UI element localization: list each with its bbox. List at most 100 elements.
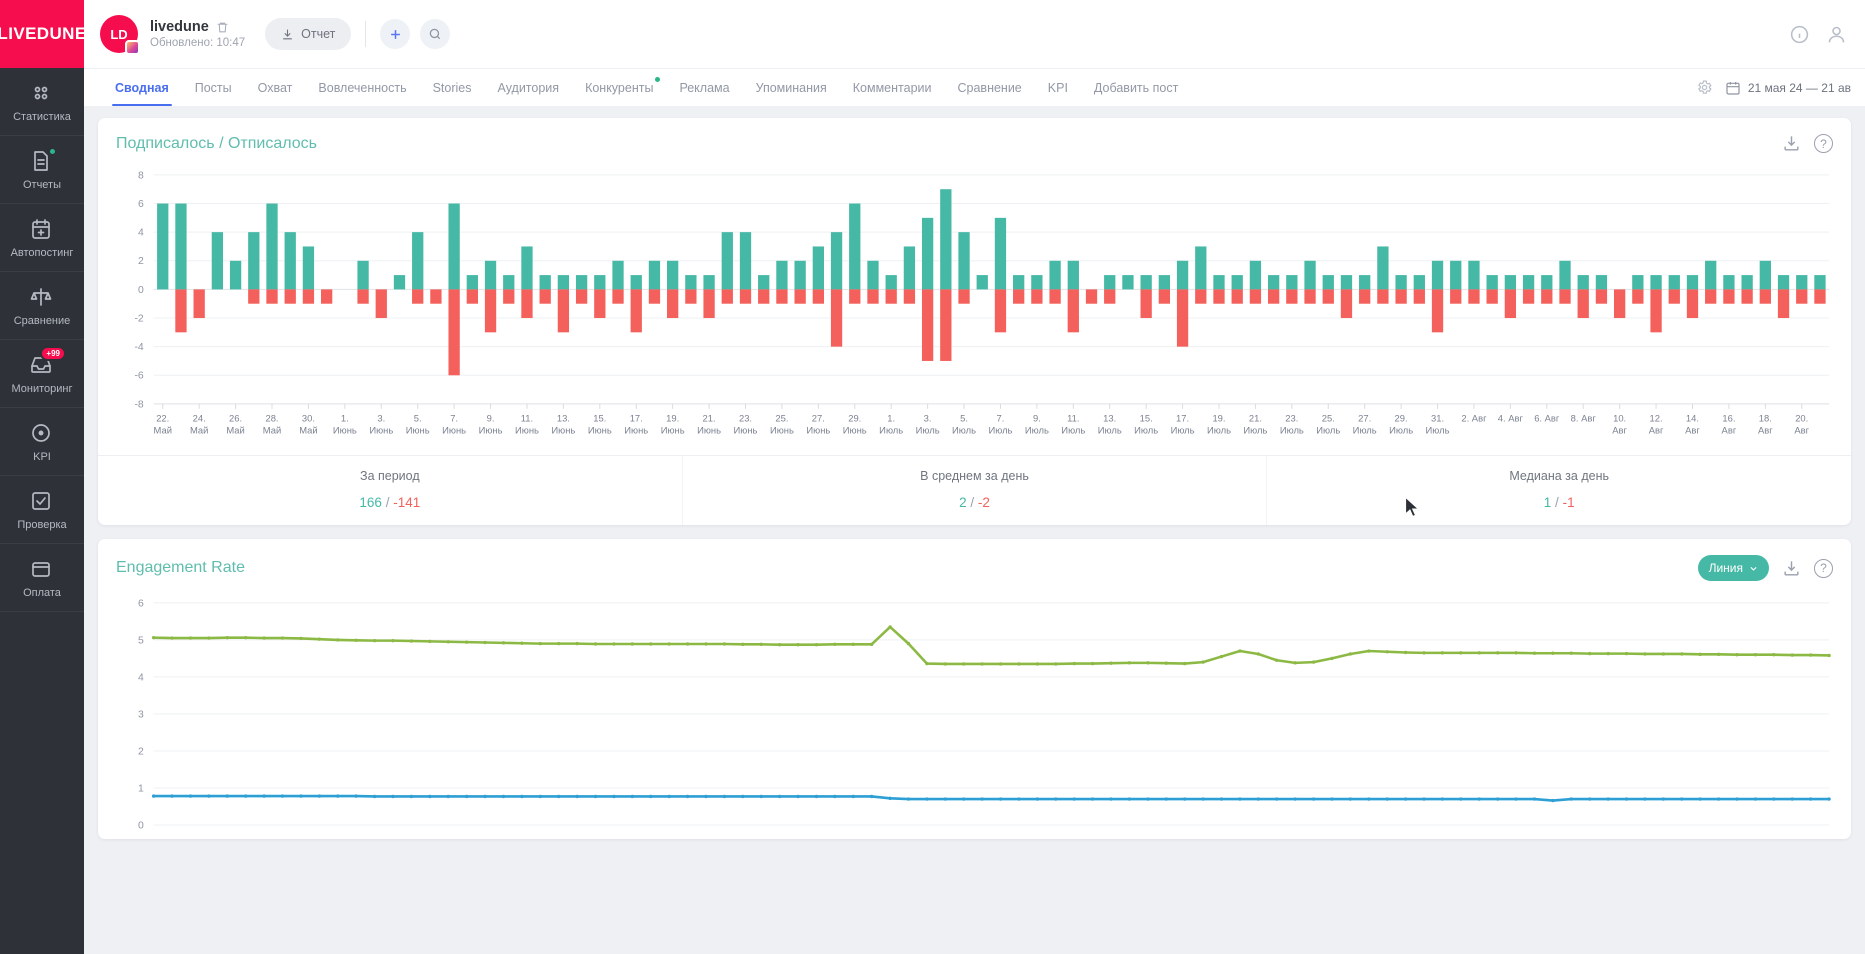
- tab-label: Аудитория: [497, 80, 560, 95]
- chevron-down-icon: [1749, 564, 1758, 573]
- user-icon[interactable]: [1826, 24, 1847, 45]
- bar-negative: [1195, 289, 1207, 304]
- tab-10[interactable]: Комментарии: [840, 69, 945, 106]
- date-range-picker[interactable]: 21 мая 24 — 21 ав: [1725, 80, 1851, 96]
- tab-11[interactable]: Сравнение: [945, 69, 1035, 106]
- gear-icon[interactable]: [1696, 79, 1713, 96]
- trash-icon[interactable]: [216, 21, 229, 34]
- bar-positive: [1650, 275, 1662, 290]
- bar-negative: [1577, 289, 1589, 319]
- bar-negative: [1359, 289, 1371, 304]
- search-button[interactable]: [420, 19, 451, 49]
- sidebar-item-3[interactable]: Автопостинг: [0, 204, 84, 272]
- bar-positive: [1104, 275, 1116, 290]
- chart-type-select[interactable]: Линия: [1697, 555, 1769, 582]
- bar-positive: [1559, 260, 1571, 290]
- updated-time: Обновлено: 10:47: [150, 37, 246, 49]
- summary-separator: /: [385, 495, 390, 511]
- bar-positive: [794, 260, 806, 290]
- svg-text:4. Авг: 4. Авг: [1498, 413, 1524, 424]
- question-circle-icon[interactable]: ?: [1814, 558, 1833, 578]
- summary-separator: /: [970, 495, 975, 511]
- bar-negative: [1632, 289, 1644, 304]
- tab-label: Добавить пост: [1093, 80, 1179, 95]
- download-icon[interactable]: [1782, 134, 1801, 153]
- bar-negative: [1741, 289, 1753, 304]
- inbox-icon: +99: [29, 345, 66, 379]
- bar-negative: [794, 289, 806, 304]
- svg-text:Июнь: Июнь: [406, 425, 430, 436]
- svg-text:Июль: Июль: [1353, 425, 1377, 436]
- sidebar-item-7[interactable]: Проверка: [0, 476, 84, 544]
- svg-text:Июнь: Июнь: [442, 425, 466, 436]
- bar-positive: [776, 260, 788, 290]
- tab-2[interactable]: Посты: [182, 69, 245, 106]
- bar-positive: [1176, 260, 1189, 290]
- svg-text:13.: 13.: [557, 413, 570, 424]
- download-icon[interactable]: [1782, 559, 1801, 578]
- bar-negative: [320, 289, 333, 304]
- bar-negative: [812, 289, 824, 304]
- tab-9[interactable]: Упоминания: [743, 69, 840, 106]
- bar-positive: [175, 203, 187, 290]
- svg-text:28.: 28.: [265, 413, 278, 424]
- sidebar-item-4[interactable]: Сравнение: [0, 272, 84, 340]
- bar-negative: [849, 289, 861, 304]
- brand-logo[interactable]: LIVEDUNE: [0, 0, 84, 68]
- svg-text:-8: -8: [134, 399, 143, 410]
- svg-text:0: 0: [138, 821, 144, 832]
- tab-6[interactable]: Аудитория: [485, 69, 573, 106]
- svg-text:-6: -6: [134, 371, 143, 382]
- target-icon: [29, 421, 55, 447]
- bar-positive: [1158, 275, 1171, 290]
- svg-text:27.: 27.: [812, 413, 825, 424]
- bar-negative: [357, 289, 369, 304]
- tab-1[interactable]: Сводная: [102, 69, 182, 106]
- avatar[interactable]: LD: [100, 15, 140, 55]
- tabsbar-right-controls: 21 мая 24 — 21 ав: [1696, 69, 1865, 106]
- sidebar-item-label: Сравнение: [13, 314, 71, 327]
- svg-text:15.: 15.: [593, 413, 606, 424]
- bar-negative: [1322, 289, 1334, 304]
- bar-positive: [1322, 275, 1334, 290]
- summary-column-1: За период 166 / -141: [98, 456, 682, 525]
- add-button[interactable]: [380, 19, 411, 49]
- sidebar-item-6[interactable]: KPI: [0, 408, 84, 476]
- sidebar-item-8[interactable]: Оплата: [0, 544, 84, 612]
- tab-7[interactable]: Конкуренты: [572, 69, 666, 106]
- svg-text:3.: 3.: [924, 413, 932, 424]
- bar-negative: [667, 289, 679, 319]
- summary-value: 2 / -2: [683, 495, 1267, 510]
- tab-label: Вовлеченность: [318, 80, 407, 95]
- tab-8[interactable]: Реклама: [666, 69, 742, 106]
- bar-negative: [1267, 289, 1280, 304]
- bar-positive: [575, 275, 588, 290]
- report-button[interactable]: Отчет: [265, 18, 352, 50]
- bar-positive: [594, 275, 606, 290]
- tab-4[interactable]: Вовлеченность: [305, 69, 419, 106]
- sidebar-item-1[interactable]: Статистика: [0, 68, 84, 136]
- svg-text:25.: 25.: [775, 413, 788, 424]
- svg-text:Июль: Июль: [988, 425, 1012, 436]
- sidebar-item-5[interactable]: +99 Мониторинг: [0, 340, 84, 408]
- tab-5[interactable]: Stories: [420, 69, 485, 106]
- svg-text:Июнь: Июнь: [551, 425, 575, 436]
- bar-negative: [994, 289, 1007, 333]
- svg-text:Июль: Июль: [879, 425, 903, 436]
- tab-3[interactable]: Охват: [245, 69, 306, 106]
- question-circle-icon[interactable]: ?: [1814, 134, 1833, 153]
- bar-negative: [1814, 289, 1826, 304]
- bar-positive: [1359, 275, 1371, 290]
- bar-positive: [412, 232, 424, 290]
- svg-text:Июнь: Июнь: [806, 425, 830, 436]
- notification-count: +99: [40, 345, 66, 362]
- bar-positive: [539, 275, 551, 290]
- tab-12[interactable]: KPI: [1035, 69, 1081, 106]
- bar-positive: [357, 260, 369, 290]
- sidebar-item-2[interactable]: Отчеты: [0, 136, 84, 204]
- bar-positive: [739, 232, 752, 290]
- svg-text:Июль: Июль: [1426, 425, 1450, 436]
- tab-13[interactable]: Добавить пост: [1081, 69, 1191, 106]
- info-circle-icon[interactable]: [1789, 24, 1810, 45]
- svg-text:26.: 26.: [229, 413, 242, 424]
